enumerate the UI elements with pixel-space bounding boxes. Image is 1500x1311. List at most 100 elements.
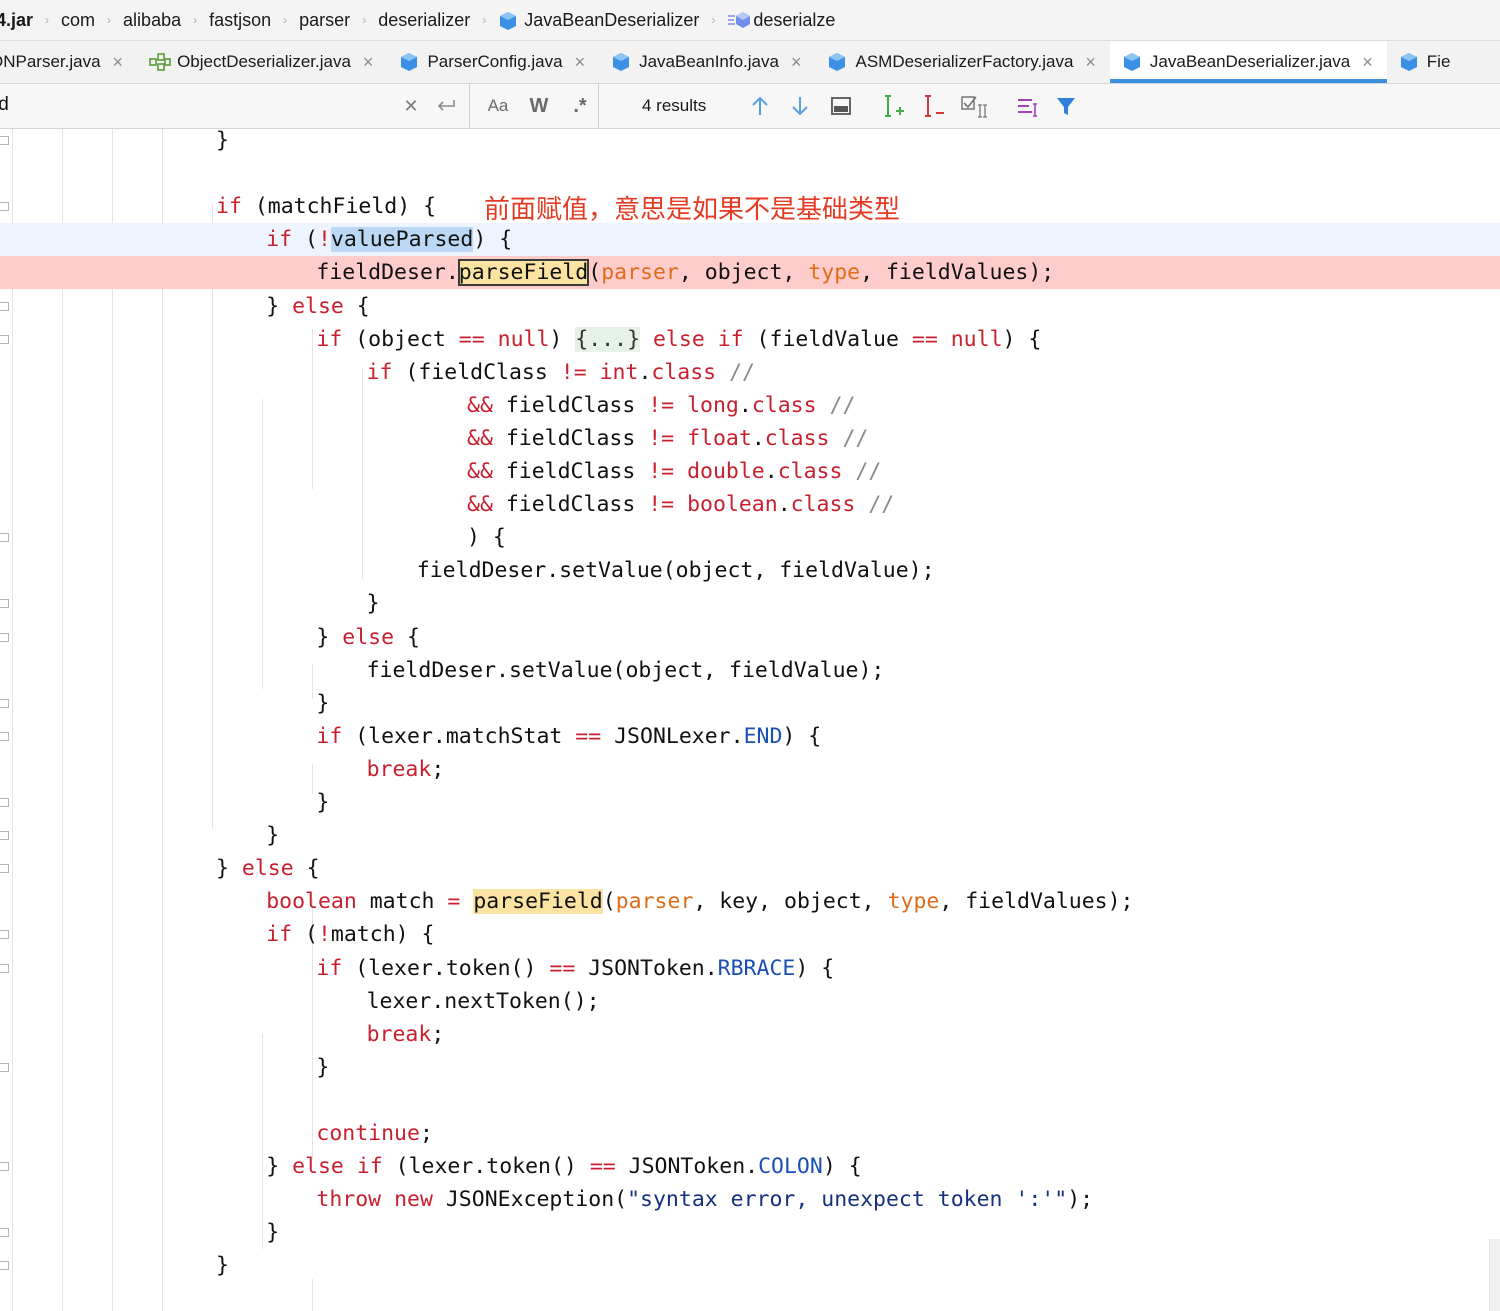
code-line[interactable]: } — [266, 819, 279, 852]
fold-marker-icon[interactable] — [0, 698, 9, 708]
code-line[interactable]: continue; — [316, 1117, 433, 1150]
chevron-right-icon: › — [107, 13, 112, 27]
close-tab-icon[interactable]: × — [363, 52, 374, 73]
fold-marker-icon[interactable] — [0, 930, 9, 940]
code-line[interactable]: } — [216, 1249, 229, 1282]
filter-settings-icon[interactable] — [1014, 92, 1042, 120]
fold-marker-icon[interactable] — [0, 301, 9, 311]
fold-marker-icon[interactable] — [0, 334, 9, 344]
class-icon — [827, 52, 847, 72]
fold-marker-icon[interactable] — [0, 1261, 9, 1271]
fold-marker-icon[interactable] — [0, 202, 9, 212]
code-line[interactable]: if (fieldClass != int.class // — [367, 356, 755, 389]
editor-tab[interactable]: JavaBeanDeserializer.java × — [1109, 41, 1387, 83]
regex-toggle[interactable]: .* — [567, 92, 593, 120]
breadcrumb-item[interactable]: › deserializer — [350, 10, 470, 31]
fold-marker-icon[interactable] — [0, 798, 9, 807]
fold-marker-icon[interactable] — [0, 533, 9, 543]
code-line[interactable]: } — [316, 1051, 329, 1084]
close-tab-icon[interactable]: × — [575, 52, 586, 73]
breadcrumb-item[interactable]: › fastjson — [181, 10, 271, 31]
editor-tab[interactable]: ASMDeserializerFactory.java × — [815, 41, 1109, 83]
code-line[interactable]: && fieldClass != long.class // — [467, 389, 855, 422]
code-line[interactable]: fieldDeser.setValue(object, fieldValue); — [367, 654, 885, 687]
code-line[interactable]: if (lexer.token() == JSONToken.RBRACE) { — [316, 952, 834, 985]
clear-search-icon[interactable]: ✕ — [402, 92, 420, 120]
breadcrumb-item[interactable]: 4.jar — [0, 10, 33, 31]
breadcrumb-label: fastjson — [209, 9, 272, 30]
editor-tab[interactable]: Fie — [1387, 41, 1465, 83]
code-line[interactable]: } else if (lexer.token() == JSONToken.CO… — [266, 1150, 861, 1183]
chevron-right-icon: › — [45, 13, 50, 27]
remove-selection-icon[interactable] — [920, 92, 948, 120]
filter-icon[interactable] — [1054, 92, 1078, 120]
breadcrumb-item[interactable]: › parser — [271, 10, 350, 31]
class-icon — [498, 11, 517, 30]
breadcrumb-item[interactable]: › JavaBeanDeserializer — [470, 10, 699, 31]
fold-marker-icon[interactable] — [0, 1228, 9, 1238]
search-input[interactable] — [0, 92, 374, 118]
code-line[interactable]: && fieldClass != double.class // — [467, 455, 881, 488]
fold-marker-icon[interactable] — [0, 864, 9, 874]
select-all-occurrences-icon[interactable] — [960, 92, 990, 120]
code-line[interactable]: fieldDeser.parseField(parser, object, ty… — [316, 256, 1054, 289]
breadcrumb-item[interactable]: › com — [33, 10, 95, 31]
code-line[interactable]: boolean match = parseField(parser, key, … — [266, 885, 1134, 918]
code-line[interactable]: if (matchField) { — [216, 190, 436, 223]
code-line[interactable]: if (!match) { — [266, 918, 434, 951]
code-line[interactable]: } else { — [316, 621, 420, 654]
previous-occurrence-icon[interactable] — [748, 92, 772, 120]
code-line[interactable]: } — [367, 587, 380, 620]
fold-marker-icon[interactable] — [0, 963, 9, 973]
breadcrumb-item[interactable]: › deserialze — [699, 10, 835, 31]
editor-tab[interactable]: ParserConfig.java × — [387, 41, 599, 83]
find-bar: ✕ Aa W .* 4 results — [0, 84, 1500, 129]
code-line[interactable]: if (object == null) {...} else if (field… — [316, 323, 1041, 356]
code-line[interactable]: lexer.nextToken(); — [367, 985, 600, 1018]
match-case-toggle[interactable]: Aa — [485, 92, 511, 120]
scrollbar[interactable] — [1489, 1239, 1500, 1311]
code-line[interactable]: && fieldClass != float.class // — [467, 422, 868, 455]
chevron-right-icon: › — [482, 13, 487, 27]
fold-marker-icon[interactable] — [0, 831, 9, 841]
close-tab-icon[interactable]: × — [1085, 52, 1096, 73]
code-line[interactable]: fieldDeser.setValue(object, fieldValue); — [417, 554, 935, 587]
editor-tab[interactable]: ONParser.java × — [0, 41, 137, 83]
fold-marker-icon[interactable] — [0, 1162, 9, 1172]
open-in-window-icon[interactable] — [829, 92, 853, 120]
code-line[interactable]: break; — [367, 753, 445, 786]
tab-label: JavaBeanInfo.java — [639, 52, 779, 71]
indent-guide — [312, 664, 313, 699]
fold-marker-icon[interactable] — [0, 599, 9, 609]
indent-guide — [312, 1279, 313, 1311]
fold-marker-icon[interactable] — [0, 136, 9, 145]
code-line[interactable]: if (lexer.matchStat == JSONLexer.END) { — [316, 720, 821, 753]
editor-tab[interactable]: JavaBeanInfo.java × — [599, 41, 815, 83]
fold-marker-icon[interactable] — [0, 632, 9, 642]
code-line[interactable]: } — [216, 129, 229, 157]
code-line[interactable]: if (!valueParsed) { — [266, 223, 512, 256]
words-toggle[interactable]: W — [526, 92, 552, 120]
code-line[interactable]: } else { — [266, 290, 370, 323]
fold-marker-icon[interactable] — [0, 731, 9, 741]
code-line[interactable]: throw new JSONException("syntax error, u… — [316, 1183, 1093, 1216]
add-selection-icon[interactable] — [880, 92, 908, 120]
close-tab-icon[interactable]: × — [791, 52, 802, 73]
editor-tab[interactable]: ObjectDeserializer.java × — [137, 41, 387, 83]
next-occurrence-icon[interactable] — [788, 92, 812, 120]
code-line[interactable]: ) { — [467, 521, 506, 554]
code-line[interactable]: } — [266, 1216, 279, 1249]
code-line[interactable]: && fieldClass != boolean.class // — [467, 488, 894, 521]
code-editor[interactable]: } if (matchField) {if (!valueParsed) {fie… — [0, 129, 1500, 1311]
close-tab-icon[interactable]: × — [113, 52, 124, 73]
code-line[interactable]: break; — [367, 1018, 445, 1051]
new-line-icon[interactable] — [432, 92, 460, 120]
code-line[interactable]: } — [316, 786, 329, 819]
search-field-container: ✕ — [0, 84, 470, 128]
close-tab-icon[interactable]: × — [1362, 52, 1373, 73]
code-line[interactable]: } else { — [216, 852, 320, 885]
fold-marker-icon[interactable] — [0, 1062, 9, 1072]
class-icon — [399, 52, 419, 72]
breadcrumb-item[interactable]: › alibaba — [95, 10, 181, 31]
code-line[interactable]: } — [316, 687, 329, 720]
